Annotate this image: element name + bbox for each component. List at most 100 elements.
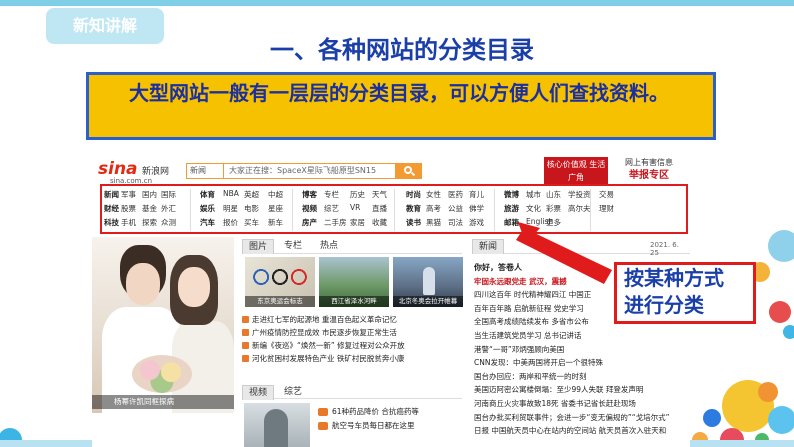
- nav-item[interactable]: 星座: [268, 203, 283, 214]
- report-zone[interactable]: 网上有害信息 举报专区: [612, 157, 686, 185]
- nav-item[interactable]: 中超: [268, 189, 283, 200]
- nav-item[interactable]: 彩票: [546, 203, 561, 214]
- nav-item[interactable]: 众测: [161, 217, 176, 228]
- tab-photos[interactable]: 图片: [242, 239, 275, 254]
- nav-item[interactable]: 黑猫: [426, 217, 441, 228]
- nav-item[interactable]: 司法: [448, 217, 463, 228]
- nav-item[interactable]: 理财: [599, 203, 614, 214]
- nav-item[interactable]: 视频: [302, 203, 317, 214]
- video-tab-bar: 视频 综艺: [242, 384, 462, 400]
- nav-item[interactable]: 综艺: [324, 203, 339, 214]
- list-item[interactable]: 日报 中国航天员中心在站内的空间站 航天员首次入驻天和: [474, 424, 688, 438]
- thumb-river[interactable]: 西江省泽水河畔: [319, 257, 389, 307]
- sina-logo[interactable]: sina 新浪网 sina.com.cn: [98, 159, 176, 185]
- nav-item[interactable]: 直播: [372, 203, 387, 214]
- nav-item[interactable]: 外汇: [161, 203, 176, 214]
- thumb-winter[interactable]: 北京冬奥会拉开帷幕: [393, 257, 463, 307]
- video-thumb[interactable]: [244, 403, 310, 447]
- list-item[interactable]: 河南商丘火灾事故致18死 省委书记省长赶赴现场: [474, 397, 688, 411]
- nav-item[interactable]: 佛学: [469, 203, 484, 214]
- list-item[interactable]: 61种药品降价 合抗癌药等: [316, 405, 466, 419]
- thumb-olympic[interactable]: 东京奥运会标志: [245, 257, 315, 307]
- nav-item[interactable]: 房产: [302, 217, 317, 228]
- nav-item[interactable]: 读书: [406, 217, 421, 228]
- nav-item[interactable]: 娱乐: [200, 203, 215, 214]
- list-item[interactable]: 当生活建筑党员学习 总书记讲话: [474, 329, 688, 343]
- tab-news[interactable]: 新闻: [472, 239, 505, 254]
- list-item[interactable]: 港警“一哥”邓炳强顾向美国: [474, 343, 688, 357]
- nav-item[interactable]: 天气: [372, 189, 387, 200]
- list-item[interactable]: 美国迈阿密公寓楼倒塌：至少99人失联 拜登发声明: [474, 383, 688, 397]
- nav-item[interactable]: 育儿: [469, 189, 484, 200]
- nav-item[interactable]: 军事: [121, 189, 136, 200]
- nav-item[interactable]: 二手房: [324, 217, 347, 228]
- nav-item[interactable]: 专栏: [324, 189, 339, 200]
- search-button[interactable]: [396, 163, 422, 179]
- nav-item[interactable]: 公益: [448, 203, 463, 214]
- nav-item[interactable]: 财经: [104, 203, 119, 214]
- list-item[interactable]: 河化贫困村发展特色产业 铁矿村民脱贫奔小康: [242, 352, 462, 365]
- nav-item[interactable]: 高考: [426, 203, 441, 214]
- nav-item[interactable]: VR: [350, 203, 360, 212]
- list-item[interactable]: 新编《夜巡》“焕然一新” 修复过程对公众开放: [242, 339, 462, 352]
- nav-item[interactable]: 家居: [350, 217, 365, 228]
- headline-photo[interactable]: 杨幂许凯同框探病: [92, 237, 234, 413]
- list-item[interactable]: 航空号车员每日都在这里: [316, 419, 466, 433]
- nav-item[interactable]: 城市: [526, 189, 541, 200]
- search-input[interactable]: 大家正在搜：SpaceX星际飞船原型SN15: [224, 163, 396, 179]
- nav-divider: [292, 189, 293, 231]
- nav-item[interactable]: 英超: [244, 189, 259, 200]
- tab-variety[interactable]: 综艺: [278, 385, 308, 400]
- nav-item[interactable]: 旅游: [504, 203, 519, 214]
- nav-item[interactable]: 博客: [302, 189, 317, 200]
- nav-item[interactable]: 新闻: [104, 189, 119, 200]
- list-item[interactable]: 广州疫情防控显成效 市民逐步恢复正常生活: [242, 326, 462, 339]
- list-item[interactable]: 国台办批买利贸联事件；会进一步“变无偏规的”“戈培尔式”: [474, 411, 688, 425]
- nav-item[interactable]: 文化: [526, 203, 541, 214]
- nav-item[interactable]: 游戏: [469, 217, 484, 228]
- nav-item[interactable]: 时尚: [406, 189, 421, 200]
- nav-item[interactable]: 山东: [546, 189, 561, 200]
- nav-item[interactable]: 基金: [142, 203, 157, 214]
- list-item[interactable]: 走进红七军的起源地 重温百色起义革命记忆: [242, 313, 462, 326]
- tab-columns[interactable]: 专栏: [278, 239, 308, 254]
- nav-item[interactable]: 探索: [142, 217, 157, 228]
- values-banner[interactable]: 核心价值观 生活广角: [544, 157, 608, 185]
- list-item[interactable]: CNN发现：中美两国将开启一个很特殊: [474, 356, 688, 370]
- nav-item[interactable]: 国际: [161, 189, 176, 200]
- nav-item[interactable]: 历史: [350, 189, 365, 200]
- category-nav: 新闻 军事 国内 国际 体育 NBA 英超 中超 博客 专栏 历史 天气 时尚 女性 医药 育儿 微博 城市 山东学…: [100, 184, 688, 234]
- section-tag: 新知讲解: [46, 8, 164, 44]
- nav-item[interactable]: 女性: [426, 189, 441, 200]
- nav-item[interactable]: 新车: [268, 217, 283, 228]
- nav-item[interactable]: 收藏: [372, 217, 387, 228]
- sina-logo-text: sina: [98, 159, 138, 179]
- nav-item[interactable]: 交易: [599, 189, 614, 200]
- photo-tab-bar: 图片 专栏 热点: [242, 238, 462, 254]
- report-line1: 网上有害信息: [625, 158, 673, 167]
- nav-item[interactable]: 国内: [142, 189, 157, 200]
- nav-item[interactable]: 科技: [104, 217, 119, 228]
- nav-item[interactable]: 学投资: [568, 189, 591, 200]
- search-type-select[interactable]: 新闻: [186, 163, 224, 179]
- news-icon: [242, 355, 249, 362]
- nav-item[interactable]: 汽车: [200, 217, 215, 228]
- nav-item[interactable]: 邮箱: [504, 217, 519, 228]
- nav-item[interactable]: 电影: [244, 203, 259, 214]
- nav-item[interactable]: 医药: [448, 189, 463, 200]
- nav-item[interactable]: 股票: [121, 203, 136, 214]
- nav-item[interactable]: 高尔夫: [568, 203, 591, 214]
- nav-item[interactable]: 微博: [504, 189, 519, 200]
- nav-item[interactable]: 报价: [223, 217, 238, 228]
- nav-item[interactable]: 体育: [200, 189, 215, 200]
- nav-item[interactable]: NBA: [223, 189, 239, 198]
- nav-item[interactable]: 教育: [406, 203, 421, 214]
- nav-item[interactable]: 买车: [244, 217, 259, 228]
- nav-item[interactable]: 更多: [546, 217, 561, 228]
- nav-item[interactable]: 明星: [223, 203, 238, 214]
- tab-hot[interactable]: 热点: [314, 239, 344, 254]
- tab-video[interactable]: 视频: [242, 385, 275, 400]
- nav-divider: [394, 189, 395, 231]
- list-item[interactable]: 国台办回应：两岸和平统一的时刻: [474, 370, 688, 384]
- nav-item[interactable]: 手机: [121, 217, 136, 228]
